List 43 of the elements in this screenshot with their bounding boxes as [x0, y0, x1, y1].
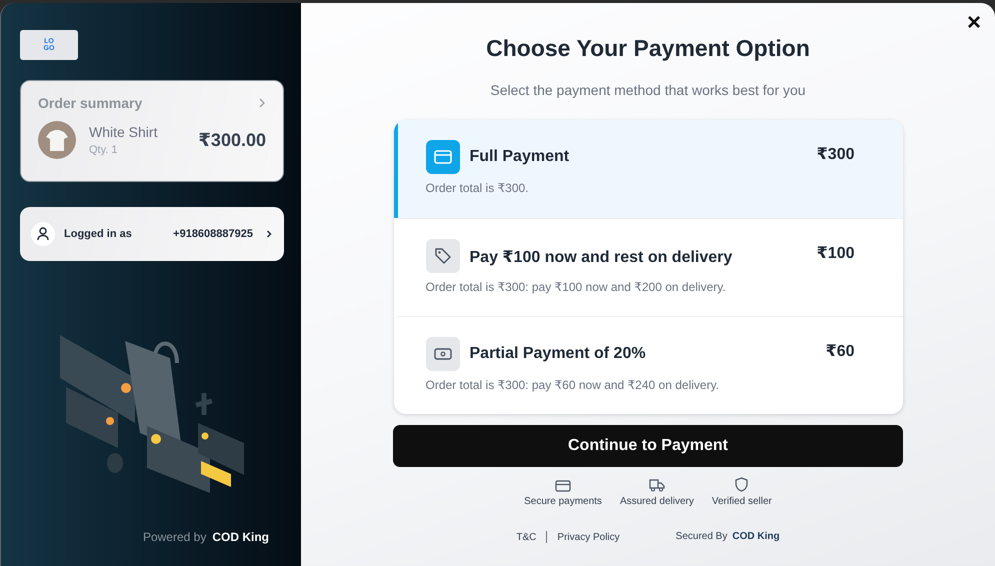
powered-by-label: Powered by [142, 530, 206, 544]
credit-card-icon [426, 140, 460, 174]
banknote-icon [426, 337, 460, 371]
order-summary-card[interactable]: Order summary White Shirt Qty. 1 ₹300.00 [20, 80, 284, 182]
option-amount: ₹300 [816, 145, 854, 164]
footer-link[interactable]: T&C [516, 532, 536, 542]
credit-card-icon [555, 480, 572, 492]
option-title: Partial Payment of 20% [470, 345, 646, 363]
page-subtitle: Select the payment method that works best for you [490, 82, 806, 98]
trust-badge-label: Verified seller [712, 496, 772, 507]
payment-option[interactable]: Partial Payment of 20% ₹60 Order total is ₹300: pay ₹60 now and ₹240 on delivery. [394, 316, 902, 414]
option-amount: ₹100 [816, 244, 854, 263]
login-label: Logged in as [64, 228, 132, 240]
trust-badge-label: Secure payments [524, 496, 602, 507]
login-card[interactable]: Logged in as +918608887925 [20, 207, 284, 261]
continue-button[interactable]: Continue to Payment [393, 425, 903, 467]
chevron-right-icon [258, 98, 266, 108]
tag-icon [426, 239, 460, 273]
phone-number: +918608887925 [173, 228, 253, 240]
payment-option[interactable]: Full Payment ₹300 Order total is ₹300. [394, 120, 902, 218]
order-summary-title: Order summary [38, 95, 142, 111]
brand-name: COD King [212, 530, 269, 544]
page-title: Choose Your Payment Option [486, 35, 810, 62]
close-button[interactable]: × [962, 11, 985, 35]
footer-link[interactable]: Privacy Policy [557, 532, 620, 542]
option-description: Order total is ₹300: pay ₹60 now and ₹240 on delivery. [426, 378, 720, 392]
option-title: Pay ₹100 now and rest on delivery [470, 248, 732, 267]
secured-by-label: Secured By [676, 531, 728, 543]
trust-badge-label: Assured delivery [620, 496, 694, 507]
payment-option[interactable]: Pay ₹100 now and rest on delivery ₹100 Order total is ₹300: pay ₹100 now and ₹200 on delivery. [394, 218, 902, 316]
shield-icon [735, 477, 748, 492]
product-quantity: Qty. 1 [89, 144, 119, 156]
brand-name: COD King [732, 531, 780, 543]
truck-icon [648, 479, 665, 492]
option-description: Order total is ₹300. [426, 181, 530, 195]
option-amount: ₹60 [826, 342, 854, 361]
product-name: White Shirt [89, 124, 158, 140]
option-title: Full Payment [470, 148, 570, 166]
chevron-right-icon [266, 230, 272, 238]
option-description: Order total is ₹300: pay ₹100 now and ₹200 on delivery. [426, 280, 727, 294]
shirt-thumbnail [38, 121, 76, 159]
order-price: ₹300.00 [198, 130, 266, 150]
user-icon [31, 222, 55, 246]
